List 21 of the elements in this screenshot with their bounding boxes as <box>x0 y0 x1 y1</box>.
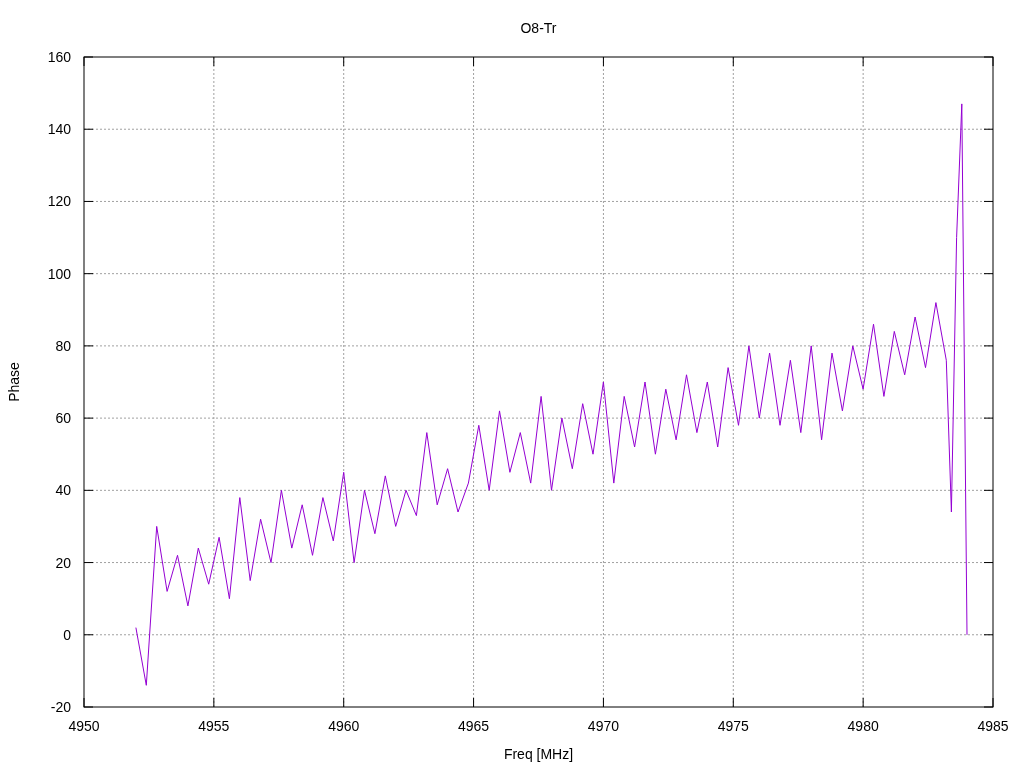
chart-title: O8-Tr <box>520 20 557 36</box>
tick-label: 120 <box>47 193 71 210</box>
tick-label: 0 <box>63 626 71 643</box>
tick-label: 100 <box>47 265 71 282</box>
tick-label: 4975 <box>717 718 749 734</box>
tick-label: 140 <box>47 121 71 138</box>
tick-label: 60 <box>55 410 71 427</box>
tick-label: 40 <box>55 482 71 499</box>
tick-label: 4985 <box>977 718 1009 734</box>
tick-label: 4970 <box>587 718 619 734</box>
x-axis-label: Freq [MHz] <box>503 746 574 762</box>
tick-label: 160 <box>47 49 71 65</box>
tick-label: 4965 <box>458 718 490 734</box>
tick-label: 4980 <box>847 718 879 734</box>
tick-label: 20 <box>55 554 71 571</box>
tick-label: 4960 <box>328 718 360 734</box>
tick-label: 4955 <box>198 718 230 734</box>
tick-label: 80 <box>55 337 71 354</box>
tick-label: 4950 <box>68 718 100 734</box>
y-axis-label: Phase <box>6 362 22 402</box>
tick-label: -20 <box>50 699 71 715</box>
